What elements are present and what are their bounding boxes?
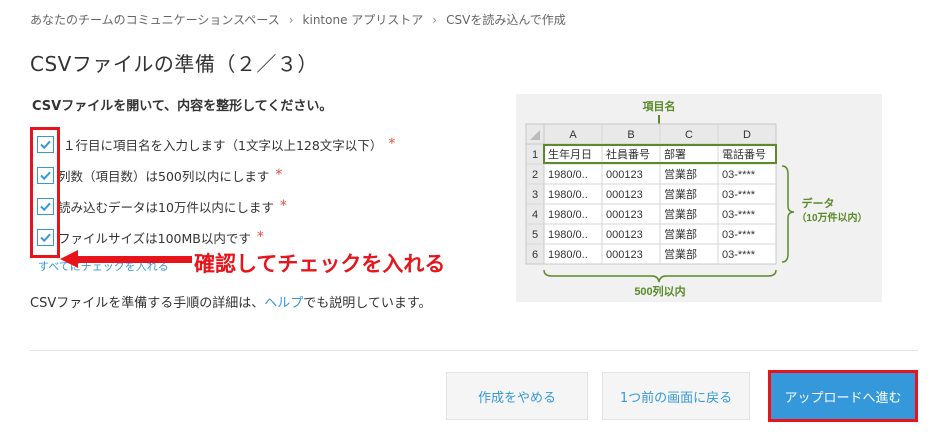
breadcrumb-item-appstore[interactable]: kintone アプリストア (303, 11, 424, 28)
csv-format-illustration: 項目名 A B C D 1 2 3 4 5 6 生年月日 社員番号 部署 電話番号 1980/0.. 0001… (516, 94, 882, 302)
breadcrumb-item-space[interactable]: あなたのチームのコミュニケーションスペース (30, 11, 280, 28)
checklist-label: 読み込むデータは10万件以内にします (58, 199, 274, 215)
data-cell: 営業部 (664, 187, 697, 201)
data-cell: 000123 (606, 229, 643, 241)
required-mark: * (279, 198, 287, 214)
data-cell: 営業部 (664, 207, 697, 221)
row-number: 3 (532, 189, 538, 201)
help-link[interactable]: ヘルプ (264, 296, 303, 311)
data-cell: 000123 (606, 209, 643, 221)
data-cell: 03-**** (722, 209, 756, 221)
row-number: 1 (532, 149, 538, 161)
data-cell: 000123 (606, 249, 643, 261)
row-number: 6 (532, 249, 538, 261)
data-cell: 1980/0.. (548, 169, 588, 181)
annotation-highlight-box (30, 127, 60, 258)
page-title: CSVファイルの準備（２／３） (30, 52, 318, 76)
data-cell: 1980/0.. (548, 249, 588, 261)
column-letter: D (743, 129, 751, 141)
cancel-button[interactable]: 作成をやめる (446, 372, 588, 420)
checklist-item[interactable]: 読み込むデータは10万件以内にします * (37, 195, 287, 217)
row-number: 4 (532, 209, 538, 221)
data-cell: 03-**** (722, 249, 756, 261)
data-cell: 1980/0.. (548, 209, 588, 221)
annotation-callout: 確認してチェックを入れる (194, 252, 446, 276)
checklist-item[interactable]: ファイルサイズは100MB以内です * (37, 226, 264, 248)
data-cell: 営業部 (664, 247, 697, 261)
required-mark: * (256, 229, 264, 245)
spreadsheet-grid: A B C D 1 2 3 4 5 6 生年月日 社員番号 部署 電話番号 1980/0.. 000123 営業… (525, 123, 777, 265)
checklist-label: 列数（項目数）は500列以内にします (58, 168, 270, 184)
proceed-to-upload-button[interactable]: アップロードへ進む (768, 370, 918, 422)
data-cell: 03-**** (722, 169, 756, 181)
header-cell: 電話番号 (722, 147, 766, 161)
checklist-item[interactable]: 列数（項目数）は500列以内にします * (37, 164, 282, 186)
column-letter: B (627, 129, 634, 141)
header-cell: 社員番号 (606, 147, 650, 161)
annotation-arrow-icon (60, 250, 192, 268)
breadcrumb: あなたのチームのコミュニケーションスペース › kintone アプリストア › CSV… (30, 11, 566, 28)
back-button[interactable]: 1つ前の画面に戻る (602, 372, 750, 420)
help-text: CSVファイルを準備する手順の詳細は、ヘルプでも説明しています。 (30, 292, 432, 311)
divider (30, 350, 918, 351)
checklist-label: １行目に項目名を入力します（1文字以上128文字以下） (63, 137, 383, 153)
breadcrumb-item-current: CSVを読み込んで作成 (446, 13, 566, 27)
data-limit-label: （10万件以内） (796, 211, 867, 224)
data-cell: 03-**** (722, 189, 756, 201)
data-label: データ (802, 196, 835, 210)
help-text-suffix: でも説明しています。 (303, 296, 432, 311)
columns-limit-label: 500列以内 (634, 284, 685, 298)
data-cell: 000123 (606, 169, 643, 181)
header-cell: 生年月日 (548, 147, 592, 161)
instruction-heading: CSVファイルを開いて、内容を整形してください。 (32, 99, 333, 114)
checklist-item[interactable]: １行目に項目名を入力します（1文字以上128文字以下） * (37, 133, 395, 155)
checklist-label: ファイルサイズは100MB以内です (58, 230, 251, 246)
data-cell: 1980/0.. (548, 229, 588, 241)
data-cell: 000123 (606, 189, 643, 201)
data-cell: 1980/0.. (548, 189, 588, 201)
data-cell: 03-**** (722, 229, 756, 241)
help-text-prefix: CSVファイルを準備する手順の詳細は、 (30, 296, 265, 311)
chevron-right-icon: › (432, 13, 438, 27)
data-cell: 営業部 (664, 167, 697, 181)
required-mark: * (388, 136, 396, 152)
header-cell: 部署 (664, 147, 686, 161)
chevron-right-icon: › (288, 13, 294, 27)
header-label: 項目名 (643, 99, 676, 113)
required-mark: * (275, 167, 283, 183)
row-number: 2 (532, 169, 538, 181)
column-letter: C (685, 129, 693, 141)
data-cell: 営業部 (664, 227, 697, 241)
row-number: 5 (532, 229, 538, 241)
column-letter: A (569, 129, 577, 141)
